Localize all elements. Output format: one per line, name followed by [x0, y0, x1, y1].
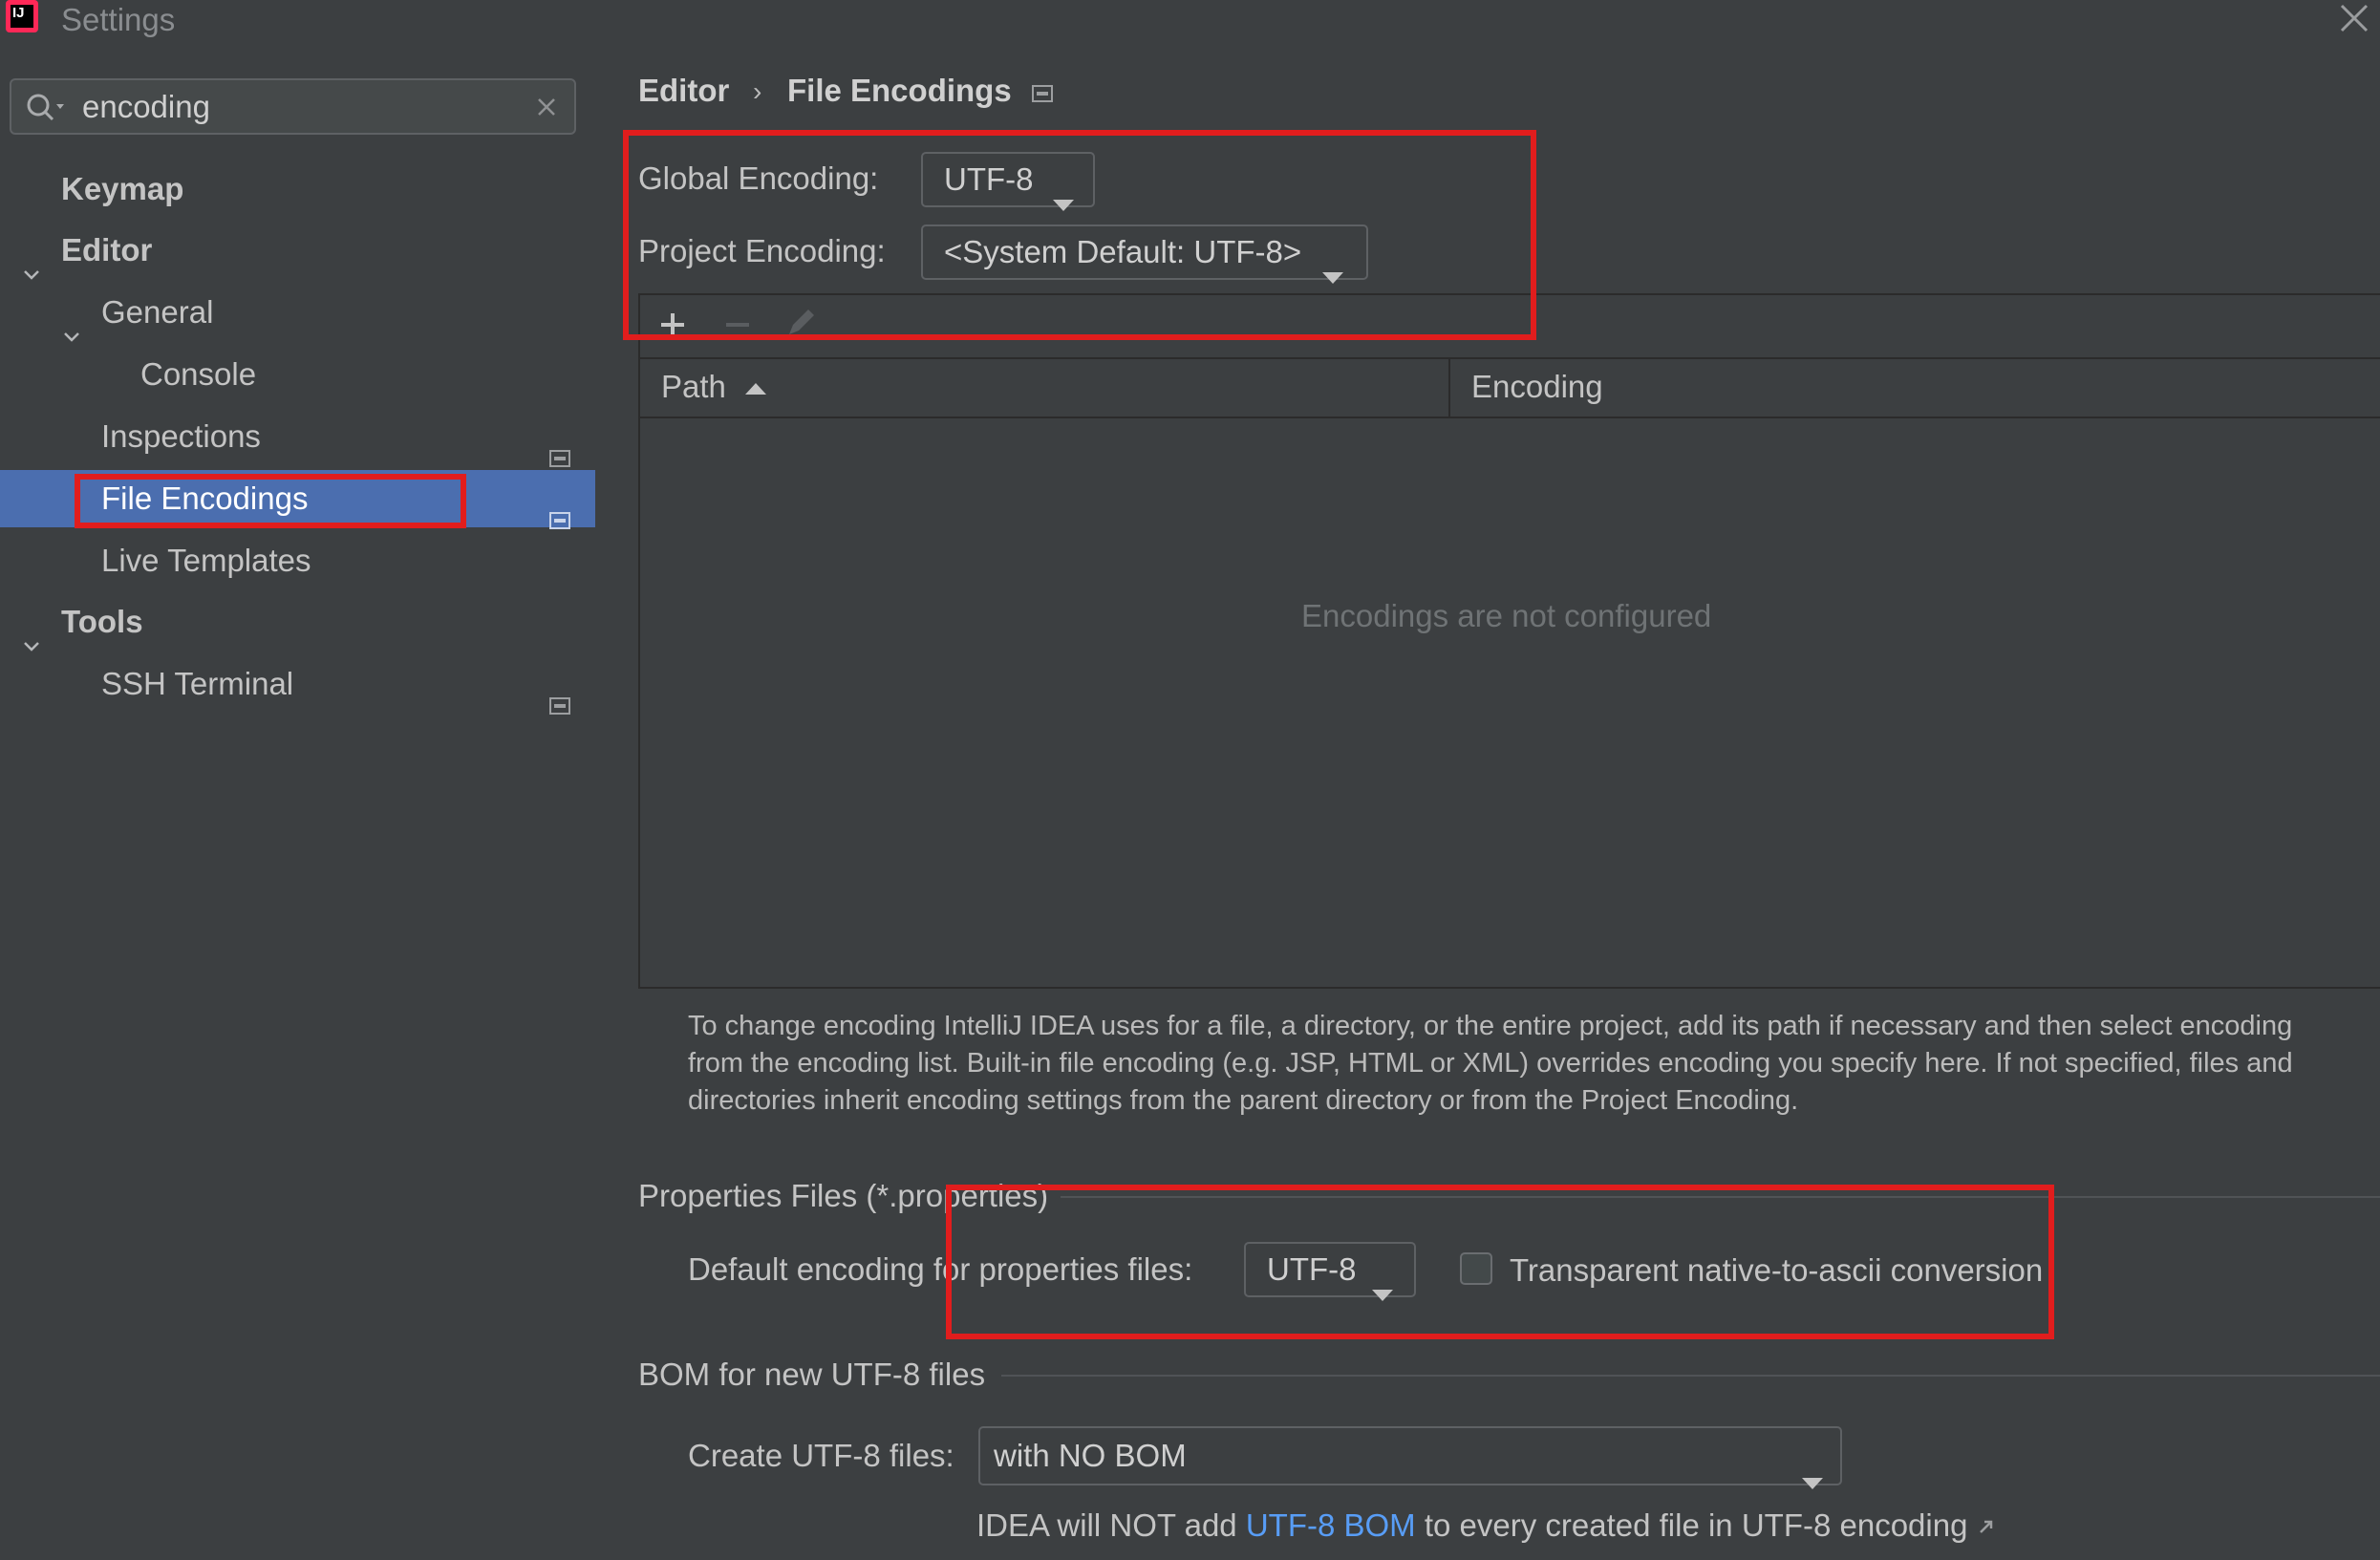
sidebar-item-label: Editor	[61, 232, 153, 267]
default-encoding-label: Default encoding for properties files:	[688, 1251, 1193, 1287]
sidebar-item-label: File Encodings	[101, 481, 309, 516]
add-icon[interactable]	[657, 310, 688, 345]
dropdown-arrow-icon	[1053, 175, 1074, 211]
chevron-down-icon[interactable]	[63, 305, 80, 342]
sidebar-item-label: General	[101, 294, 214, 330]
project-encoding-select[interactable]: <System Default: UTF-8>	[921, 224, 1368, 284]
sidebar-item-label: SSH Terminal	[101, 666, 294, 701]
close-icon[interactable]	[2334, 0, 2372, 38]
bom-note: IDEA will NOT add UTF-8 BOM to every cre…	[976, 1507, 1996, 1544]
global-encoding-label: Global Encoding:	[638, 160, 879, 196]
project-encoding-label: Project Encoding:	[638, 233, 886, 268]
sidebar-item-label: Live Templates	[101, 543, 311, 578]
bom-note-before: IDEA will NOT add	[976, 1507, 1237, 1543]
breadcrumb-parent[interactable]: Editor	[638, 73, 729, 109]
chevron-down-icon[interactable]	[23, 243, 40, 280]
sidebar-item-label: Keymap	[61, 171, 184, 206]
logo-text: IJ	[11, 5, 33, 28]
chevron-down-icon[interactable]	[23, 614, 40, 652]
external-link-icon[interactable]	[1977, 1507, 1996, 1543]
sidebar-item-tools[interactable]: Tools	[0, 593, 595, 652]
column-divider[interactable]	[1448, 357, 1450, 418]
settings-search-box[interactable]	[10, 78, 576, 135]
properties-files-section-title: Properties Files (*.properties)	[638, 1178, 1049, 1213]
section-divider	[1061, 1196, 2380, 1198]
project-settings-icon	[549, 675, 570, 715]
clear-search-icon[interactable]	[536, 96, 557, 118]
section-divider	[1001, 1375, 2380, 1377]
sidebar-item-ssh-terminal[interactable]: SSH Terminal	[0, 655, 595, 715]
bom-section-title: BOM for new UTF-8 files	[638, 1357, 986, 1392]
sidebar-item-label: Inspections	[101, 418, 261, 454]
sidebar-item-live-templates[interactable]: Live Templates	[0, 532, 595, 589]
table-header: Path Encoding	[640, 357, 2380, 418]
sidebar-item-console[interactable]: Console	[0, 346, 595, 403]
title-bar: IJ Settings	[0, 0, 2380, 50]
page-title: File Encodings	[787, 73, 1012, 108]
column-header-encoding[interactable]: Encoding	[1471, 369, 1603, 405]
dropdown-arrow-icon	[1322, 247, 1343, 284]
bom-note-after: to every created file in UTF-8 encoding	[1424, 1507, 1968, 1543]
sidebar-item-inspections[interactable]: Inspections	[0, 408, 595, 467]
breadcrumb-separator: ›	[753, 76, 762, 106]
help-text: To change encoding IntelliJ IDEA uses fo…	[688, 1011, 2293, 1116]
utf8-bom-link[interactable]: UTF-8 BOM	[1246, 1507, 1416, 1543]
sidebar-item-file-encodings[interactable]: File Encodings	[0, 470, 595, 529]
empty-table-text: Encodings are not configured	[1301, 598, 1712, 633]
transparent-conversion-label[interactable]: Transparent native-to-ascii conversion	[1510, 1252, 2043, 1289]
properties-encoding-value: UTF-8	[1267, 1251, 1357, 1287]
table-body	[640, 418, 2380, 989]
intellij-logo-icon: IJ	[6, 0, 38, 32]
global-encoding-select[interactable]: UTF-8	[921, 152, 1095, 211]
sort-ascending-icon[interactable]	[745, 382, 766, 399]
create-utf8-value: with NO BOM	[994, 1438, 1187, 1473]
window-title: Settings	[61, 2, 176, 37]
create-utf8-select[interactable]: with NO BOM	[978, 1426, 1842, 1489]
dropdown-arrow-icon	[1372, 1265, 1393, 1301]
project-settings-icon	[549, 428, 570, 467]
sidebar-item-general[interactable]: General	[0, 284, 595, 342]
edit-icon[interactable]	[783, 306, 818, 345]
search-input[interactable]	[82, 86, 522, 128]
project-settings-icon	[1032, 85, 1053, 102]
properties-encoding-select[interactable]: UTF-8	[1244, 1242, 1416, 1301]
create-utf8-label: Create UTF-8 files:	[688, 1438, 954, 1473]
dropdown-arrow-icon	[1802, 1451, 1823, 1489]
column-header-path[interactable]: Path	[661, 369, 726, 405]
project-encoding-value: <System Default: UTF-8>	[944, 234, 1302, 269]
global-encoding-value: UTF-8	[944, 161, 1034, 197]
sidebar-item-label: Tools	[61, 604, 143, 639]
search-icon	[25, 92, 67, 124]
sidebar-item-editor[interactable]: Editor	[0, 222, 595, 280]
project-settings-icon	[549, 490, 570, 529]
sidebar-item-keymap[interactable]: Keymap	[0, 160, 595, 218]
transparent-conversion-checkbox[interactable]	[1460, 1252, 1492, 1285]
table-toolbar	[638, 296, 2380, 357]
sidebar-item-label: Console	[140, 356, 257, 392]
remove-icon[interactable]	[722, 310, 753, 345]
